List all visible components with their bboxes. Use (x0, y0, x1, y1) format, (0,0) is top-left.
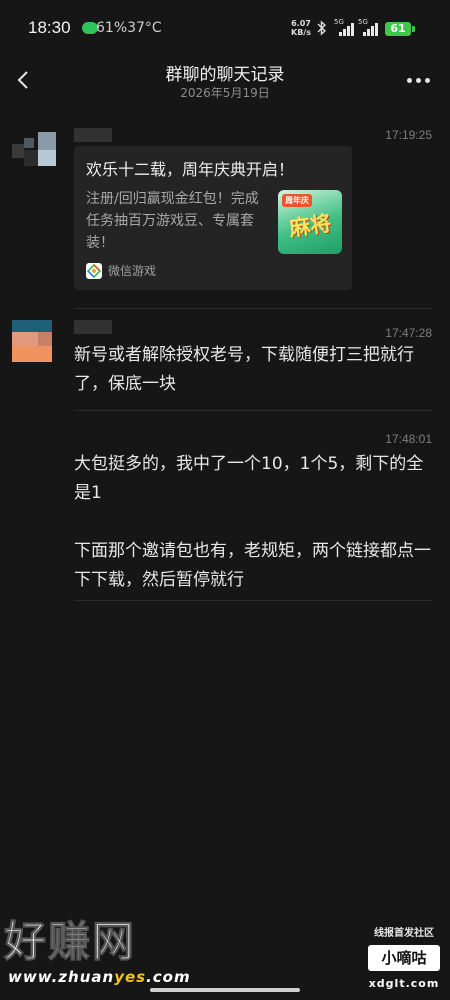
signal-sim2-icon: 5G (356, 18, 378, 36)
message-divider (74, 410, 432, 411)
message-time: 17:47:28 (385, 326, 432, 340)
chat-history-header: 群聊的聊天记录 2026年5月19日 (0, 58, 450, 106)
card-footer: 微信游戏 (86, 262, 156, 279)
zhuanyes-watermark: 好赚网 www.zhuanyes.com (0, 917, 200, 992)
message-divider (74, 600, 432, 601)
more-options-icon[interactable] (407, 78, 430, 83)
signal-sim1-icon: 5G (332, 18, 354, 36)
network-speed-unit: KB/s (291, 28, 311, 37)
message-divider (74, 308, 432, 309)
anniversary-badge: 周年庆 (282, 194, 312, 207)
xdglt-watermark-url: xdglt.com (368, 977, 440, 990)
card-title: 欢乐十二载，周年庆典开启！ (86, 160, 295, 179)
xdglt-watermark-slogan: 线报首发社区 (374, 928, 434, 939)
avatar[interactable] (12, 320, 56, 364)
message-text[interactable]: 新号或者解除授权老号，下载随便打三把就行了，保底一块 (74, 341, 434, 399)
network-speed-value: 6.07 (291, 19, 311, 28)
message-time: 17:48:01 (385, 432, 432, 446)
card-description: 注册/回归赢现金红包！完成任务抽百万游戏豆、专属套装！ (86, 191, 259, 251)
home-indicator[interactable] (150, 988, 300, 992)
page-title: 群聊的聊天记录 (165, 65, 285, 85)
game-share-card[interactable]: 欢乐十二载，周年庆典开启！ 注册/回归赢现金红包！完成任务抽百万游戏豆、专属套装… (74, 146, 352, 290)
zhuanyes-watermark-url: www.zhuanyes.com (8, 968, 191, 986)
message-time: 17:19:25 (385, 128, 432, 142)
status-battery-temperature: 61%37°C (96, 20, 162, 36)
status-time: 18:30 (28, 18, 71, 37)
network-speed: 6.07 KB/s (291, 19, 311, 37)
battery-icon: 61 (385, 22, 411, 36)
page-date: 2026年5月19日 (180, 86, 270, 100)
card-source: 微信游戏 (108, 264, 157, 278)
avatar[interactable] (12, 128, 56, 172)
message-text[interactable]: 大包挺多的，我中了一个10，1个5，剩下的全是1 下面那个邀请包也有，老规矩，两… (74, 450, 434, 595)
xdglt-watermark: 线报首发社区 小嘀咕 xdglt.com (366, 924, 442, 996)
zhuanyes-watermark-title: 好赚网 (3, 917, 137, 966)
wechat-game-icon (86, 262, 102, 279)
sender-name (74, 128, 112, 142)
xdglt-watermark-logo: 小嘀咕 (368, 945, 440, 971)
bluetooth-icon (317, 20, 327, 36)
battery-tip (412, 26, 415, 32)
mahjong-logo: 麻将 (287, 210, 333, 241)
mahjong-game-thumbnail: 周年庆 麻将 (278, 190, 342, 254)
sender-name (74, 320, 112, 334)
status-bar: 18:30 61%37°C 6.07 KB/s 5G 5G 61 (0, 0, 450, 58)
